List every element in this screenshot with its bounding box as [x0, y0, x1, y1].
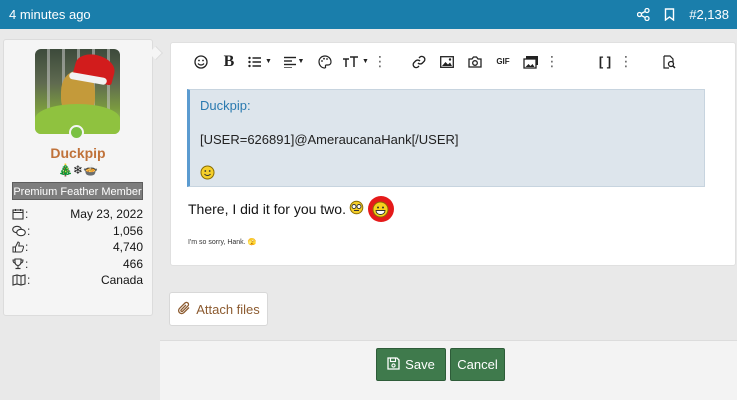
avatar[interactable]	[35, 49, 120, 134]
small-text: I'm so sorry, Hank. 🫣	[188, 239, 257, 246]
preview-icon[interactable]	[655, 48, 683, 76]
post-number[interactable]: #2,138	[689, 7, 729, 22]
post-area: Duckpip 🎄❄🍲 Premium Feather Member : May…	[0, 29, 737, 400]
link-icon[interactable]	[405, 48, 433, 76]
save-button[interactable]: Save	[376, 348, 446, 381]
user-title-banner: Premium Feather Member	[12, 182, 143, 200]
quote-text: [USER=626891]@AmeraucanaHank[/USER]	[200, 132, 459, 147]
stat-value: 1,056	[112, 223, 143, 238]
more-icon[interactable]: ⋮	[373, 53, 387, 70]
trophy-icon	[12, 258, 24, 270]
image-icon[interactable]	[433, 48, 461, 76]
post-time[interactable]: 4 minutes ago	[9, 7, 91, 22]
message-text-line: There, I did it for you two.	[188, 196, 394, 222]
stat-reactions: : 4,740	[12, 239, 143, 256]
reactions-icon	[12, 241, 24, 253]
message-text: There, I did it for you two.	[188, 201, 346, 217]
cancel-button[interactable]: Cancel	[450, 348, 505, 381]
gif-icon[interactable]: GIF	[489, 48, 517, 76]
bookmark-icon[interactable]	[664, 8, 675, 21]
bold-icon[interactable]: B	[215, 48, 243, 76]
align-icon[interactable]: ▼	[277, 48, 311, 76]
cancel-label: Cancel	[457, 357, 498, 372]
media-icon[interactable]	[517, 48, 545, 76]
list-icon[interactable]: ▼	[243, 48, 277, 76]
more-icon[interactable]: ⋮	[545, 53, 559, 70]
camera-icon[interactable]	[461, 48, 489, 76]
nerd-emoji-icon	[349, 200, 364, 218]
stat-value: May 23, 2022	[70, 207, 143, 222]
stat-messages: : 1,056	[12, 223, 143, 240]
stat-points: : 466	[12, 256, 143, 273]
smile-emoji-icon	[200, 165, 215, 185]
stat-value: 466	[122, 256, 143, 271]
smilies-icon[interactable]	[187, 48, 215, 76]
color-icon[interactable]	[311, 48, 339, 76]
more-icon[interactable]: ⋮	[619, 53, 633, 70]
grin-emoji-highlight	[367, 196, 394, 222]
stat-value: 4,740	[112, 240, 143, 255]
grin-emoji-icon	[372, 201, 389, 217]
post-header-bar: 4 minutes ago #2,138	[0, 0, 737, 29]
message-editor[interactable]: B ▼ ▼ ▼ ⋮ GIF ⋮ [ ] ⋮ Duckpip: [USER=626…	[170, 42, 736, 266]
user-cell: Duckpip 🎄❄🍲 Premium Feather Member : May…	[3, 39, 153, 316]
editor-toolbar: B ▼ ▼ ▼ ⋮ GIF ⋮ [ ] ⋮	[171, 43, 737, 80]
messages-icon	[12, 225, 26, 237]
save-label: Save	[405, 357, 435, 372]
save-icon	[387, 356, 400, 373]
stat-value: Canada	[100, 273, 143, 288]
online-indicator	[69, 125, 84, 140]
attach-files-button[interactable]: Attach files	[169, 292, 268, 326]
quote-block[interactable]: Duckpip: [USER=626891]@AmeraucanaHank[/U…	[187, 89, 705, 187]
location-icon	[12, 274, 26, 286]
paperclip-icon	[177, 301, 191, 318]
form-footer: Save Cancel	[160, 340, 737, 400]
user-badges: 🎄❄🍲	[58, 163, 98, 177]
calendar-icon	[12, 208, 24, 220]
user-stats: : May 23, 2022 : 1,056 : 4,740 : 466 : C…	[12, 206, 143, 289]
font-size-icon[interactable]: ▼	[339, 48, 373, 76]
bbcode-icon[interactable]: [ ]	[591, 48, 619, 76]
share-icon[interactable]	[637, 8, 650, 21]
stat-location: : Canada	[12, 272, 143, 289]
quote-author[interactable]: Duckpip:	[200, 98, 694, 113]
username[interactable]: Duckpip	[4, 145, 152, 161]
stat-joined: : May 23, 2022	[12, 206, 143, 223]
attach-files-label: Attach files	[196, 301, 260, 317]
